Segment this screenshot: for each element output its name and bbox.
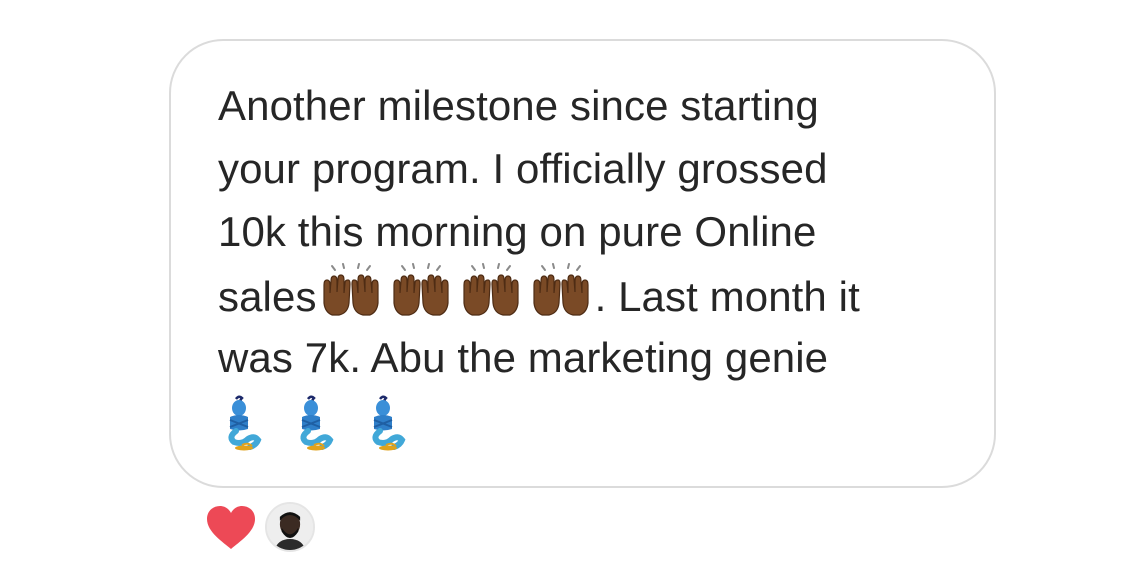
message-bubble[interactable]: Another milestone since starting your pr… (169, 39, 996, 488)
genie-emoji (290, 395, 338, 451)
message-line-4-start: sales (218, 273, 317, 320)
genie-emoji (218, 395, 266, 451)
raising-hands-emoji-group (318, 263, 594, 317)
raising-hands-emoji (388, 263, 454, 317)
genie-emoji (362, 395, 410, 451)
message-line-5: was 7k. Abu the marketing genie (218, 334, 829, 381)
message-line-4: sales . Last month it (218, 263, 978, 326)
raising-hands-emoji (458, 263, 524, 317)
genie-emoji-group (218, 395, 410, 451)
message-line-2: your program. I officially grossed (218, 145, 828, 192)
avatar[interactable] (265, 502, 315, 552)
raising-hands-emoji (528, 263, 594, 317)
heart-icon[interactable] (203, 502, 259, 552)
message-reactions[interactable] (203, 502, 315, 552)
message-line-3: 10k this morning on pure Online (218, 208, 817, 255)
message-line-1: Another milestone since starting (218, 82, 819, 129)
message-text: Another milestone since starting your pr… (218, 74, 978, 468)
message-line-4-end: . Last month it (594, 273, 860, 320)
raising-hands-emoji (318, 263, 384, 317)
